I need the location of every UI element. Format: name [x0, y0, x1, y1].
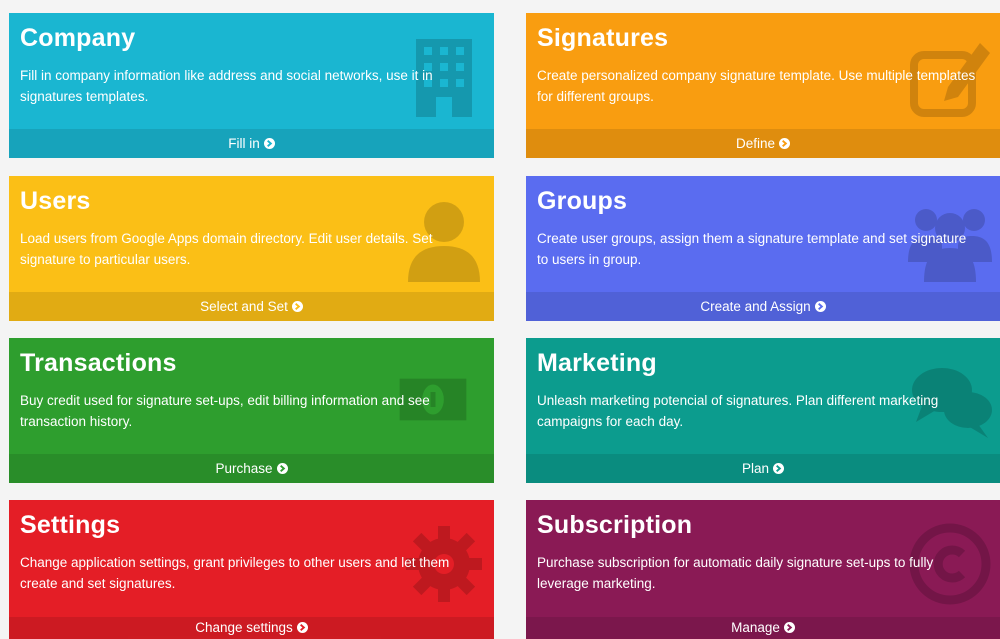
define-button[interactable]: Define — [526, 129, 1000, 158]
tile-description: Create user groups, assign them a signat… — [537, 231, 967, 267]
tile-title: Transactions — [20, 349, 177, 377]
purchase-button[interactable]: Purchase — [9, 454, 494, 483]
button-label: Purchase — [215, 461, 273, 476]
button-label: Select and Set — [200, 299, 288, 314]
tile-title: Settings — [20, 511, 121, 539]
tile-subscription: Subscription Purchase subscription for a… — [526, 500, 1000, 639]
tile-title: Groups — [537, 187, 628, 215]
tile-title: Company — [20, 24, 136, 52]
tile-description: Purchase subscription for automatic dail… — [537, 555, 934, 591]
fill-in-button[interactable]: Fill in — [9, 129, 494, 158]
arrow-circle-right-icon — [783, 622, 795, 633]
button-label: Manage — [731, 620, 780, 635]
button-label: Plan — [741, 461, 770, 476]
button-label: Change settings — [195, 620, 293, 635]
arrow-circle-right-icon — [779, 138, 791, 149]
change-settings-button[interactable]: Change settings — [9, 617, 494, 639]
tile-description: Fill in company information like address… — [20, 68, 433, 104]
tile-title: Users — [20, 187, 91, 215]
arrow-circle-right-icon — [773, 463, 785, 474]
tile-signatures: Signatures Create personalized company s… — [526, 13, 1000, 158]
tile-settings: Settings Change application settings, gr… — [9, 500, 494, 639]
arrow-circle-right-icon — [814, 301, 826, 312]
arrow-circle-right-icon — [296, 622, 308, 633]
button-label: Create and Assign — [700, 299, 811, 314]
tile-title: Subscription — [537, 511, 693, 539]
tile-description: Change application settings, grant privi… — [20, 555, 450, 591]
tile-groups: Groups Create user groups, assign them a… — [526, 176, 1000, 321]
tile-title: Marketing — [537, 349, 657, 377]
tile-description: Create personalized company signature te… — [537, 68, 976, 104]
tile-company: Company Fill in company information like… — [9, 13, 494, 158]
manage-button[interactable]: Manage — [526, 617, 1000, 639]
plan-button[interactable]: Plan — [526, 454, 1000, 483]
arrow-circle-right-icon — [276, 463, 288, 474]
tile-description: Buy credit used for signature set-ups, e… — [20, 393, 430, 429]
dashboard-grid: Company Fill in company information like… — [0, 0, 1000, 639]
tile-marketing: Marketing Unleash marketing potencial of… — [526, 338, 1000, 483]
create-and-assign-button[interactable]: Create and Assign — [526, 292, 1000, 321]
arrow-circle-right-icon — [263, 138, 275, 149]
tile-transactions: Transactions Buy credit used for signatu… — [9, 338, 494, 483]
select-and-set-button[interactable]: Select and Set — [9, 292, 494, 321]
button-label: Fill in — [228, 136, 260, 151]
tile-description: Unleash marketing potencial of signature… — [537, 393, 939, 429]
arrow-circle-right-icon — [291, 301, 303, 312]
button-label: Define — [735, 136, 776, 151]
tile-title: Signatures — [537, 24, 669, 52]
tile-users: Users Load users from Google Apps domain… — [9, 176, 494, 321]
tile-description: Load users from Google Apps domain direc… — [20, 231, 433, 267]
